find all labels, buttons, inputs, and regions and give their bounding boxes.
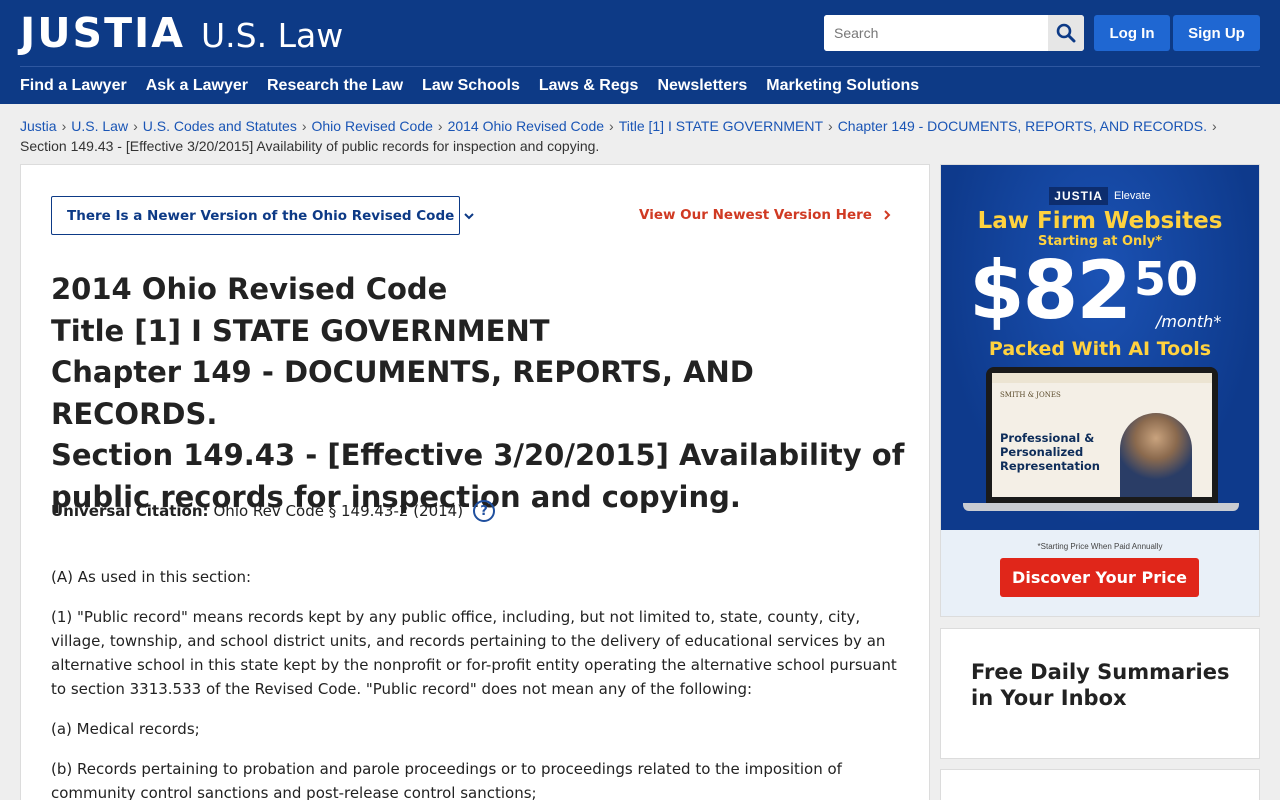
justia-logo[interactable]: JUSTIA U.S. Law — [20, 11, 343, 58]
signup-button[interactable]: Sign Up — [1173, 15, 1260, 51]
ad-tagline: Packed With AI Tools — [988, 338, 1212, 360]
nav-newsletters[interactable]: Newsletters — [657, 76, 747, 96]
logo-section-label: U.S. Law — [201, 16, 344, 55]
main-nav: Find a Lawyer Ask a Lawyer Research the … — [20, 76, 938, 96]
laptop-headline: Professional & Personalized Representati… — [1000, 431, 1100, 473]
main-content: There Is a Newer Version of the Ohio Rev… — [20, 164, 930, 800]
newer-version-label: There Is a Newer Version of the Ohio Rev… — [67, 207, 455, 224]
breadcrumb-separator: › — [133, 118, 138, 134]
newsletter-card: Free Daily Summaries in Your Inbox — [940, 628, 1260, 759]
ad-fine-print: *Starting Price When Paid Annually — [1037, 542, 1163, 551]
statute-paragraph: (1) "Public record" means records kept b… — [51, 608, 897, 698]
nav-research-the-law[interactable]: Research the Law — [267, 76, 403, 96]
ad-price-period: /month* — [1156, 312, 1222, 331]
laptop-base — [963, 503, 1239, 511]
newer-version-dropdown[interactable]: There Is a Newer Version of the Ohio Rev… — [51, 196, 474, 235]
login-button[interactable]: Log In — [1094, 15, 1170, 51]
breadcrumb-link[interactable]: 2014 Ohio Revised Code — [448, 118, 604, 134]
title-line-title: Title [1] I STATE GOVERNMENT — [51, 313, 550, 348]
search-icon — [1056, 23, 1076, 43]
justia-elevate-ad[interactable]: JUSTIA Elevate Law Firm Websites Startin… — [940, 164, 1260, 617]
statute-paragraph: (b) Records pertaining to probation and … — [51, 760, 842, 800]
citation-value: Ohio Rev Code § 149.43-2 (2014) — [213, 502, 464, 520]
breadcrumb-current: Section 149.43 - [Effective 3/20/2015] A… — [20, 138, 600, 154]
discover-price-button[interactable]: Discover Your Price — [1000, 558, 1199, 597]
title-line-chapter: Chapter 149 - DOCUMENTS, REPORTS, AND RE… — [51, 355, 754, 431]
header-divider — [20, 66, 1260, 67]
laptop-screen: SMITH & JONES Professional & Personalize… — [992, 373, 1212, 497]
breadcrumb-separator: › — [1211, 118, 1217, 134]
newest-version-link[interactable]: View Our Newest Version Here — [639, 207, 892, 223]
search-bar — [824, 15, 1084, 51]
ad-price-cents: 50 — [1134, 252, 1199, 306]
breadcrumb-link[interactable]: U.S. Codes and Statutes — [143, 118, 297, 134]
breadcrumb-link[interactable]: Ohio Revised Code — [312, 118, 433, 134]
nav-law-schools[interactable]: Law Schools — [422, 76, 520, 96]
chevron-right-icon — [882, 209, 892, 221]
ad-brand: JUSTIA Elevate — [941, 187, 1259, 205]
breadcrumb-separator: › — [61, 118, 67, 134]
breadcrumb-separator: › — [437, 118, 443, 134]
ad-headline: Law Firm Websites — [977, 208, 1223, 234]
statute-paragraph: (A) As used in this section: — [51, 568, 252, 586]
nav-ask-a-lawyer[interactable]: Ask a Lawyer — [146, 76, 248, 96]
breadcrumb-separator: › — [828, 118, 833, 134]
nav-laws-and-regs[interactable]: Laws & Regs — [539, 76, 639, 96]
breadcrumb-link[interactable]: Justia — [20, 118, 57, 134]
breadcrumb: Justia › U.S. Law › U.S. Codes and Statutes ›… — [20, 116, 1265, 156]
newsletter-title: Free Daily Summaries in Your Inbox — [971, 660, 1230, 710]
breadcrumb-separator: › — [301, 118, 307, 134]
title-line-code: 2014 Ohio Revised Code — [51, 272, 448, 306]
nav-marketing-solutions[interactable]: Marketing Solutions — [766, 76, 919, 96]
logo-wordmark: JUSTIA — [20, 9, 186, 57]
statute-paragraph: (a) Medical records; — [51, 720, 200, 738]
search-input[interactable] — [824, 15, 1048, 51]
attorney-photo — [1120, 413, 1192, 497]
statute-text: (A) As used in this section: (1) "Public… — [51, 565, 911, 800]
chevron-down-icon — [463, 210, 475, 222]
page-title: 2014 Ohio Revised Code Title [1] I STATE… — [51, 269, 911, 518]
ad-price-main: $82 — [969, 244, 1132, 337]
newest-version-label: View Our Newest Version Here — [639, 207, 872, 223]
laptop-firm-name: SMITH & JONES — [1000, 391, 1061, 399]
breadcrumb-link[interactable]: Title [1] I STATE GOVERNMENT — [619, 118, 823, 134]
citation-label: Universal Citation: — [51, 502, 209, 520]
breadcrumb-link[interactable]: U.S. Law — [71, 118, 128, 134]
breadcrumb-separator: › — [609, 118, 614, 134]
nav-find-a-lawyer[interactable]: Find a Lawyer — [20, 76, 127, 96]
universal-citation: Universal Citation: Ohio Rev Code § 149.… — [51, 500, 496, 522]
breadcrumb-link[interactable]: Chapter 149 - DOCUMENTS, REPORTS, AND RE… — [838, 118, 1207, 134]
ad-brand-tag: Elevate — [1113, 190, 1151, 202]
help-icon[interactable]: ? — [473, 500, 496, 522]
ad-brand-logo: JUSTIA — [1049, 187, 1108, 205]
sidebar-card — [940, 769, 1260, 800]
laptop-site-nav — [992, 373, 1212, 383]
laptop-image: SMITH & JONES Professional & Personalize… — [986, 367, 1218, 503]
search-button[interactable] — [1048, 15, 1084, 51]
site-header: JUSTIA U.S. Law Log In Sign Up Find a La… — [0, 0, 1280, 104]
